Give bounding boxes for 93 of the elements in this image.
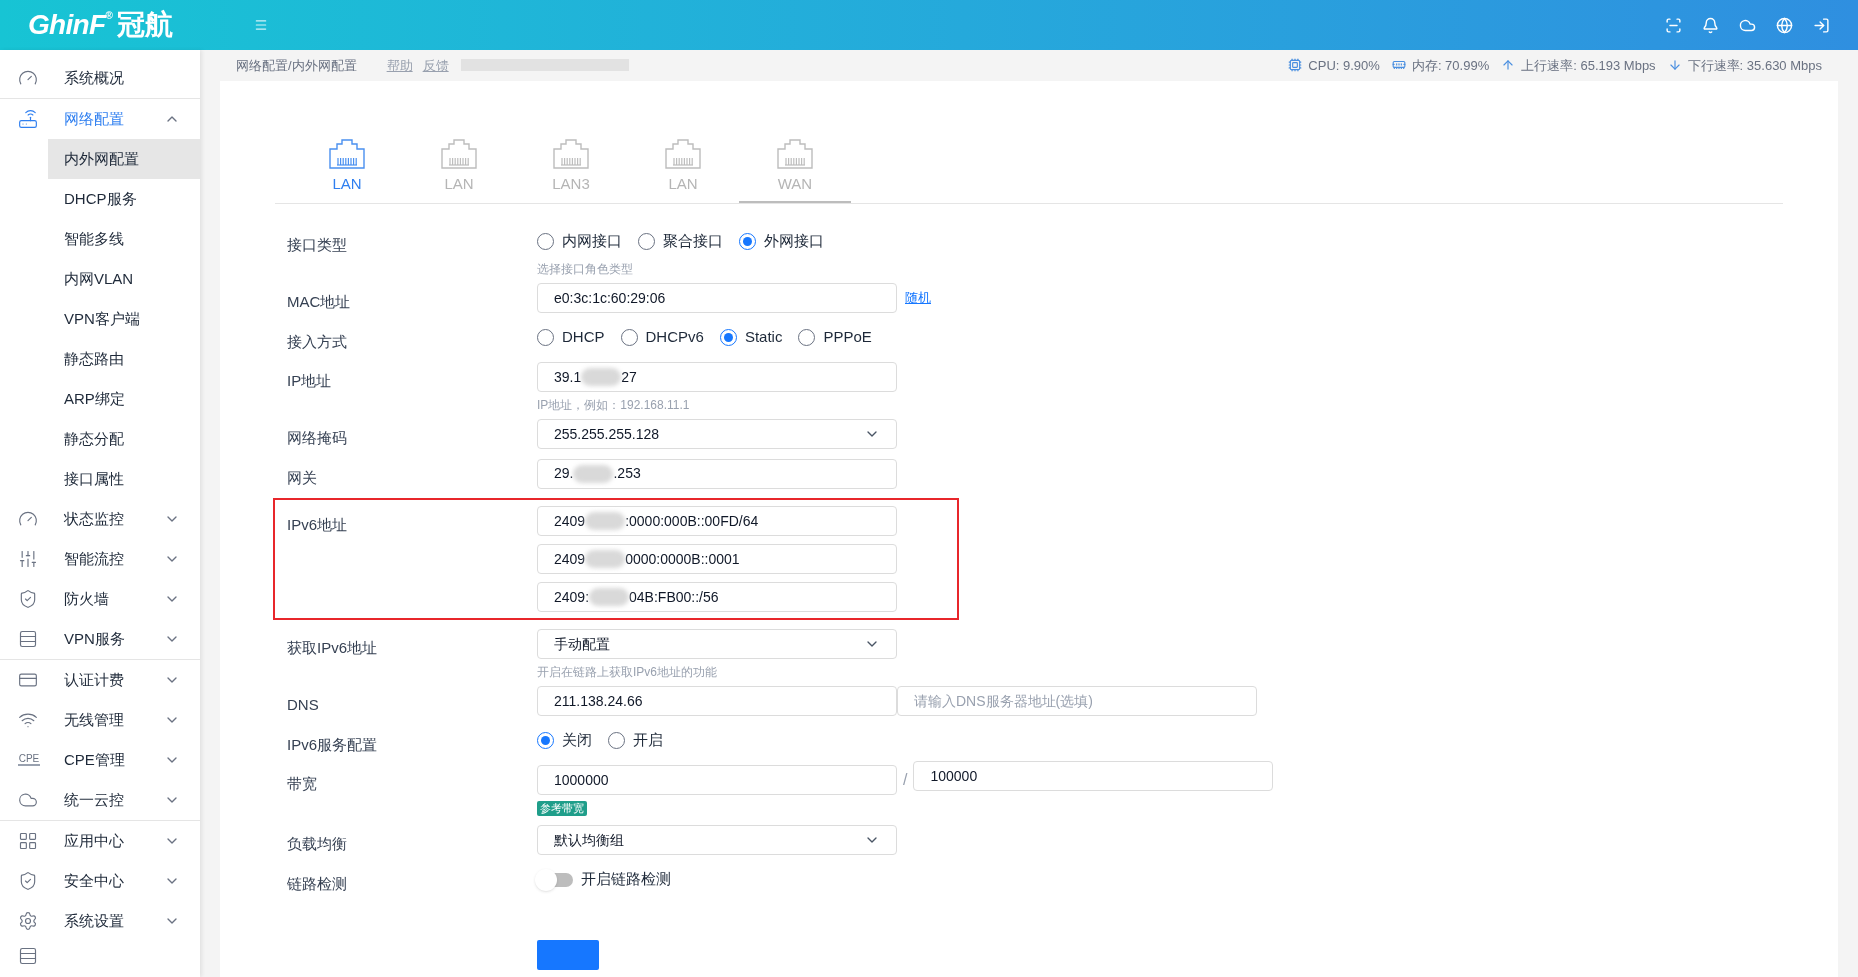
text-field[interactable]: 100000: [913, 761, 1274, 791]
radio-option[interactable]: 开启: [608, 729, 663, 752]
bars-icon: [18, 629, 38, 649]
sidebar-subitem[interactable]: 接口属性: [48, 459, 200, 499]
ethernet-port-icon: [329, 138, 365, 169]
sidebar-subitem[interactable]: 内外网配置: [48, 139, 200, 179]
text-field[interactable]: 2409 :0000:000B::00FD/64: [537, 506, 897, 536]
text-field[interactable]: 1000000: [537, 765, 897, 795]
text-field[interactable]: 39.1 27: [537, 362, 897, 392]
radio-option[interactable]: 外网接口: [739, 229, 824, 253]
stat-text: CPU: 9.90%: [1308, 56, 1380, 75]
radio-option[interactable]: Static: [719, 326, 783, 349]
shield-icon: [18, 871, 38, 891]
sidebar-subitem[interactable]: DHCP服务: [48, 179, 200, 219]
sidebar-item[interactable]: 系统概况: [0, 58, 200, 98]
select-field[interactable]: 255.255.255.128: [537, 419, 897, 449]
redaction-blur: [589, 588, 630, 606]
sidebar-item[interactable]: CPE CPE管理: [0, 740, 200, 780]
radio-option[interactable]: DHCP: [537, 326, 605, 349]
random-link[interactable]: 随机: [905, 288, 931, 308]
stat-text: 内存: 70.99%: [1411, 56, 1490, 75]
redaction-blur: [573, 464, 614, 483]
shield-icon: [18, 589, 38, 609]
chip-icon: [1288, 58, 1303, 73]
apps-icon: [18, 831, 38, 851]
radio-option[interactable]: 关闭: [537, 729, 592, 752]
field-hint: 开启在链路上获取IPv6地址的功能: [537, 664, 718, 681]
sidebar-item[interactable]: 认证计费: [0, 660, 200, 700]
stat-text: 上行速率: 65.193 Mbps: [1521, 56, 1656, 75]
sidebar-subitem[interactable]: VPN客户端: [48, 299, 200, 339]
sidebar-subitem[interactable]: 静态路由: [48, 339, 200, 379]
field-label: IPv6服务配置: [287, 734, 378, 755]
field-label: IPv6地址: [287, 515, 348, 535]
toggle-label: 开启链路检测: [581, 869, 671, 890]
sidebar-item[interactable]: VPN服务: [0, 619, 200, 659]
field-hint: IP地址，例如：192.168.11.1: [537, 397, 691, 414]
radio-option[interactable]: 内网接口: [537, 229, 622, 253]
text-field[interactable]: 请输入DNS服务器地址(选填): [897, 686, 1257, 716]
sidebar-subitem[interactable]: 静态分配: [48, 419, 200, 459]
logout-icon[interactable]: [1813, 16, 1830, 34]
field-label: 网关: [287, 467, 318, 488]
globe-icon[interactable]: [1776, 16, 1793, 34]
field-label: 负载均衡: [287, 834, 348, 854]
select-field[interactable]: 手动配置: [537, 629, 897, 659]
router-icon: [18, 109, 38, 129]
redaction-blur: [585, 512, 626, 530]
sliders-icon: [18, 549, 38, 569]
ethernet-port-icon: [441, 138, 477, 169]
field-label: 网络掩码: [287, 428, 348, 448]
sidebar-item[interactable]: 网络配置: [0, 99, 200, 139]
qr-icon[interactable]: [1665, 16, 1682, 34]
settings-icon: [18, 911, 38, 931]
sidebar-subitem[interactable]: ARP绑定: [48, 379, 200, 419]
field-label: 链路检测: [287, 873, 348, 894]
field-label: DNS: [287, 695, 320, 715]
field-label: 带宽: [287, 774, 318, 794]
logo: GhinF®冠航: [28, 8, 174, 42]
sidebar-item[interactable]: 状态监控: [0, 499, 200, 539]
port-tab[interactable]: LAN: [291, 138, 403, 203]
field-label: IP地址: [287, 371, 333, 391]
sidebar-item[interactable]: 安全中心: [0, 861, 200, 901]
ethernet-port-icon: [777, 138, 813, 169]
breadcrumb: 网络配置/内外网配置: [236, 56, 357, 75]
ethernet-port-icon: [665, 138, 701, 169]
radio-option[interactable]: DHCPv6: [620, 326, 704, 349]
radio-option[interactable]: 聚合接口: [638, 229, 723, 253]
text-field[interactable]: e0:3c:1c:60:29:06: [537, 283, 897, 313]
sidebar-item[interactable]: 防火墙: [0, 579, 200, 619]
select-field[interactable]: 默认均衡组: [537, 825, 897, 855]
field-label: 获取IPv6地址: [287, 638, 378, 658]
text-field[interactable]: 29. .253: [537, 458, 897, 489]
separator: /: [903, 770, 908, 790]
field-hint: 选择接口角色类型: [537, 261, 634, 278]
sidebar-item[interactable]: 智能流控: [0, 539, 200, 579]
sidebar-item[interactable]: 无线管理: [0, 700, 200, 740]
sidebar-item[interactable]: 系统设置: [0, 901, 200, 941]
ethernet-port-icon: [553, 138, 589, 169]
field-label: 接入方式: [287, 331, 348, 352]
sidebar-subitem[interactable]: 内网VLAN: [48, 259, 200, 299]
text-field[interactable]: 2409 0000:0000B::0001: [537, 544, 897, 574]
field-label: 接口类型: [287, 235, 348, 255]
radio-option[interactable]: PPPoE: [798, 326, 872, 349]
stat-text: 下行速率: 35.630 Mbps: [1687, 56, 1822, 75]
redaction-blur: [585, 550, 626, 568]
arrow-up-icon: [1501, 58, 1516, 73]
redaction-blur: [581, 368, 622, 386]
bell-icon[interactable]: [1702, 16, 1719, 34]
text-field[interactable]: 211.138.24.66: [537, 686, 897, 716]
field-label: MAC地址: [287, 292, 352, 312]
text-field[interactable]: 2409: 04B:FB00::/56: [537, 582, 897, 612]
sidebar-subitem[interactable]: 智能多线: [48, 219, 200, 259]
sidebar-item[interactable]: 应用中心: [0, 821, 200, 861]
sidebar-item[interactable]: 统一云控: [0, 780, 200, 820]
